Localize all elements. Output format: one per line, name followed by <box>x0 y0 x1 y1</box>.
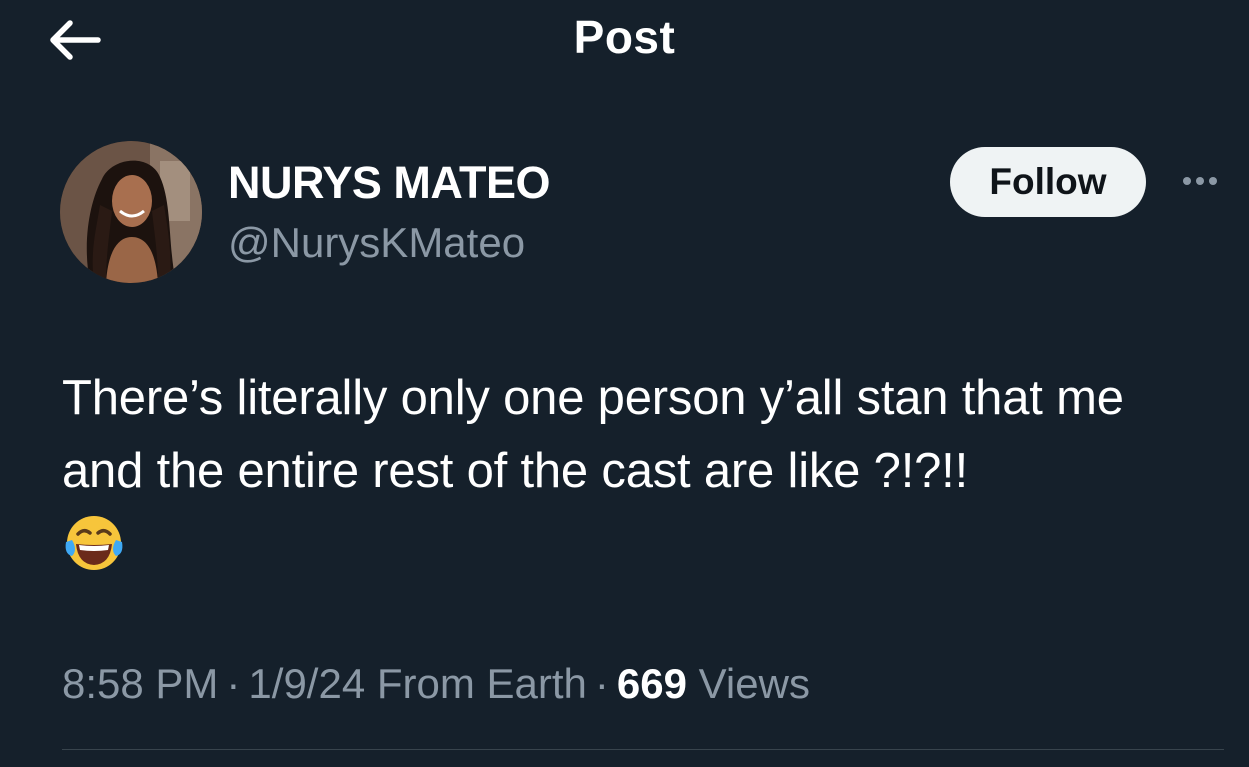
post-meta: 8:58 PM · 1/9/24 From Earth · 669 Views <box>62 660 810 708</box>
page-title: Post <box>573 11 676 63</box>
post-time[interactable]: 8:58 PM <box>62 660 218 707</box>
views-count: 669 <box>616 660 687 707</box>
laughing-emoji-icon <box>62 512 126 576</box>
post-source: From Earth <box>376 660 587 707</box>
top-bar: Post <box>0 0 1249 80</box>
profile-photo <box>60 141 202 283</box>
divider <box>62 749 1224 750</box>
meta-separator: · <box>226 660 241 707</box>
more-options-dot <box>1209 177 1217 185</box>
more-options-button[interactable] <box>1170 163 1230 199</box>
author-row: NURYS MATEO @NurysKMateo Follow <box>60 141 1230 286</box>
more-options-icon <box>1183 177 1191 185</box>
meta-separator: · <box>594 660 609 707</box>
views-label: Views <box>698 660 810 707</box>
follow-button[interactable]: Follow <box>950 147 1146 217</box>
post-date[interactable]: 1/9/24 <box>248 660 365 707</box>
display-name[interactable]: NURYS MATEO <box>228 157 551 209</box>
more-options-dot <box>1196 177 1204 185</box>
face-with-tears-of-joy-icon <box>65 516 123 570</box>
post-text: There’s literally only one person y’all … <box>62 371 1124 498</box>
avatar[interactable] <box>60 141 202 283</box>
post-page: Post NURYS MATEO @NurysKMateo Follow The… <box>0 0 1249 767</box>
user-handle[interactable]: @NurysKMateo <box>228 219 525 267</box>
